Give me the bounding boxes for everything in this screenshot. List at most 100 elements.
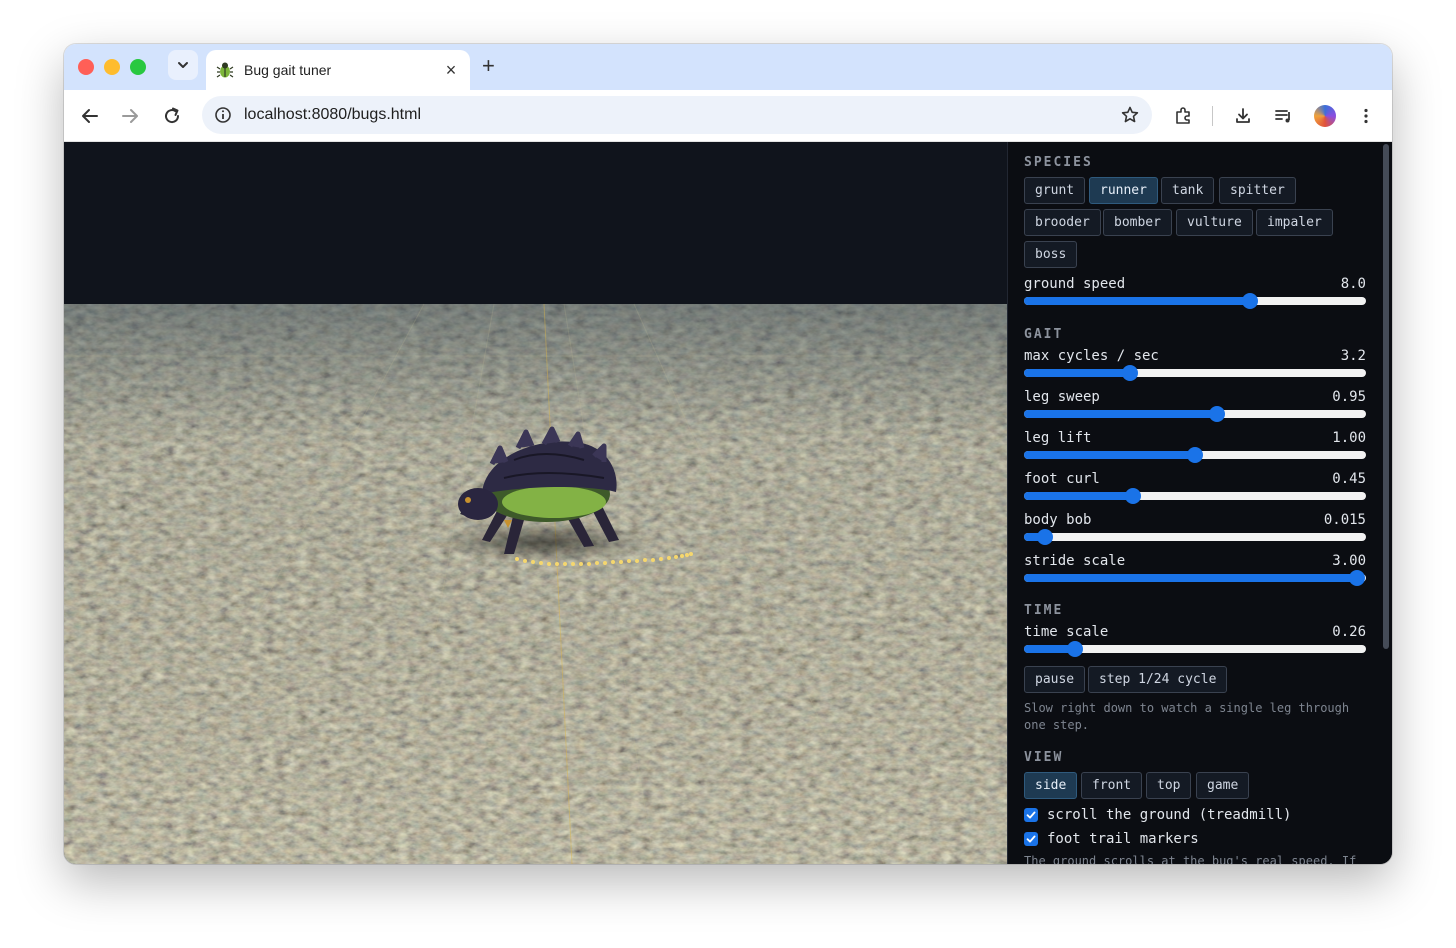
scroll-ground-checkbox[interactable] — [1024, 808, 1038, 822]
slider-value: 3.2 — [1340, 348, 1366, 364]
more-menu-icon[interactable] — [1354, 104, 1378, 128]
slider-fill — [1024, 451, 1195, 459]
leg-lift-slider[interactable]: leg lift 1.00 — [1024, 430, 1366, 464]
chevron-down-icon — [178, 62, 188, 68]
panel-scrollbar[interactable] — [1380, 142, 1392, 864]
extensions-icon[interactable] — [1171, 104, 1195, 128]
close-window-button[interactable] — [78, 59, 94, 75]
view-heading: VIEW — [1024, 750, 1064, 765]
slider-thumb[interactable] — [1067, 641, 1084, 657]
slider-fill — [1024, 410, 1218, 418]
foot-trail-label: foot trail markers — [1047, 831, 1199, 847]
tab-search-button[interactable] — [168, 50, 198, 80]
stride-scale-slider[interactable]: stride scale 3.00 — [1024, 553, 1366, 587]
slider-thumb[interactable] — [1122, 365, 1139, 381]
view-chip-top[interactable]: top — [1146, 772, 1192, 799]
time-scale-slider[interactable]: time scale 0.26 — [1024, 624, 1366, 658]
slider-thumb[interactable] — [1187, 447, 1203, 463]
slider-value: 8.0 — [1340, 276, 1366, 292]
slider-thumb[interactable] — [1209, 406, 1226, 422]
horizon-fog — [64, 304, 1007, 864]
species-chip-vulture[interactable]: vulture — [1176, 209, 1253, 236]
species-chip-bomber[interactable]: bomber — [1103, 209, 1172, 236]
url-text[interactable]: localhost:8080/bugs.html — [244, 106, 1120, 124]
slider-track[interactable] — [1024, 641, 1366, 657]
view-help-note: The ground scrolls at the bug's real spe… — [1024, 854, 1357, 864]
slider-value: 1.00 — [1332, 430, 1366, 446]
slider-label: body bob — [1024, 512, 1092, 528]
browser-window: Bug gait tuner × + localhost:8080/bugs.h… — [64, 44, 1392, 864]
slider-value: 0.015 — [1323, 512, 1366, 528]
species-chip-grunt[interactable]: grunt — [1024, 177, 1086, 204]
max-cycles-slider[interactable]: max cycles / sec 3.2 — [1024, 348, 1366, 382]
slider-thumb[interactable] — [1125, 488, 1142, 504]
bookmark-star-icon[interactable] — [1120, 105, 1140, 125]
bug-shadow — [434, 522, 654, 562]
checkmark-icon — [1026, 835, 1036, 843]
slider-track[interactable] — [1024, 365, 1366, 381]
close-tab-icon[interactable]: × — [442, 60, 460, 81]
species-chip-impaler[interactable]: impaler — [1256, 209, 1333, 236]
foot-trail-checkbox[interactable] — [1024, 832, 1038, 846]
slider-fill — [1024, 492, 1134, 500]
foot-trail-toggle[interactable]: foot trail markers — [1024, 829, 1199, 849]
scene-canvas[interactable] — [64, 142, 1007, 864]
toolbar-divider — [1212, 106, 1213, 126]
slider-value: 3.00 — [1332, 553, 1366, 569]
slider-fill — [1024, 574, 1358, 582]
info-icon[interactable] — [214, 106, 232, 124]
species-chip-brooder[interactable]: brooder — [1024, 209, 1101, 236]
species-heading: SPECIES — [1024, 155, 1093, 170]
slider-value: 0.26 — [1332, 624, 1366, 640]
media-controls-icon[interactable] — [1272, 104, 1296, 128]
slider-fill — [1024, 369, 1131, 377]
leg-sweep-slider[interactable]: leg sweep 0.95 — [1024, 389, 1366, 423]
foot-curl-slider[interactable]: foot curl 0.45 — [1024, 471, 1366, 505]
species-chip-runner[interactable]: runner — [1089, 177, 1158, 204]
slider-label: time scale — [1024, 624, 1109, 640]
view-chip-front[interactable]: front — [1081, 772, 1143, 799]
body-bob-slider[interactable]: body bob 0.015 — [1024, 512, 1366, 546]
slider-label: foot curl — [1024, 471, 1100, 487]
forward-arrow-icon[interactable] — [118, 104, 142, 128]
view-chip-game[interactable]: game — [1196, 772, 1250, 799]
scrollbar-thumb[interactable] — [1383, 144, 1389, 649]
slider-label: stride scale — [1024, 553, 1126, 569]
minimize-window-button[interactable] — [104, 59, 120, 75]
slider-thumb[interactable] — [1241, 293, 1258, 309]
address-bar[interactable]: localhost:8080/bugs.html — [202, 96, 1152, 134]
ground-speed-slider[interactable]: ground speed 8.0 — [1024, 276, 1366, 310]
slider-track[interactable] — [1024, 488, 1366, 504]
browser-tab[interactable]: Bug gait tuner × — [206, 50, 470, 90]
reload-icon[interactable] — [160, 104, 184, 128]
slider-track[interactable] — [1024, 447, 1366, 463]
slider-track[interactable] — [1024, 570, 1366, 586]
step-cycle-button[interactable]: step 1/24 cycle — [1088, 666, 1228, 693]
slider-track[interactable] — [1024, 406, 1366, 422]
slider-thumb[interactable] — [1349, 570, 1366, 586]
slider-track[interactable] — [1024, 529, 1366, 545]
gait-heading: GAIT — [1024, 327, 1064, 342]
pause-button[interactable]: pause — [1024, 666, 1086, 693]
species-chip-boss[interactable]: boss — [1024, 241, 1078, 268]
scene-viewport[interactable] — [64, 142, 1007, 864]
maximize-window-button[interactable] — [130, 59, 146, 75]
slider-label: ground speed — [1024, 276, 1126, 292]
slider-track[interactable] — [1024, 293, 1366, 309]
slider-fill — [1024, 297, 1250, 305]
slider-label: max cycles / sec — [1024, 348, 1159, 364]
tab-strip: Bug gait tuner × + — [64, 44, 1392, 90]
time-heading: TIME — [1024, 603, 1064, 618]
species-chip-tank[interactable]: tank — [1161, 177, 1215, 204]
species-chip-spitter[interactable]: spitter — [1219, 177, 1296, 204]
checkmark-icon — [1026, 811, 1036, 819]
view-chip-side[interactable]: side — [1024, 772, 1078, 799]
profile-avatar[interactable] — [1314, 105, 1336, 127]
slider-thumb[interactable] — [1036, 529, 1053, 545]
bug-favicon-icon — [216, 62, 234, 78]
scroll-ground-toggle[interactable]: scroll the ground (treadmill) — [1024, 805, 1291, 825]
time-help-note: Slow right down to watch a single leg th… — [1024, 701, 1350, 732]
download-icon[interactable] — [1231, 104, 1255, 128]
back-arrow-icon[interactable] — [78, 104, 102, 128]
new-tab-button[interactable]: + — [482, 54, 495, 78]
